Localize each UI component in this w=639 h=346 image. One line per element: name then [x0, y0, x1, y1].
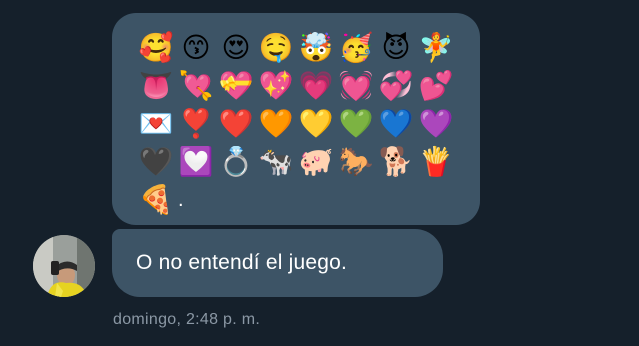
- text-message-bubble[interactable]: O no entendí el juego.: [112, 229, 443, 297]
- heart-decoration-emoji: 💟: [178, 145, 214, 178]
- emoji-row-4: 🖤 💟 💍 🐄 🐖 🐎 🐕 🍟: [136, 143, 460, 181]
- message-text: O no entendí el juego.: [136, 251, 348, 274]
- sparkling-heart-emoji: 💖: [258, 69, 294, 102]
- black-heart-emoji: 🖤: [138, 145, 174, 178]
- red-heart-emoji: ❤️: [218, 107, 254, 140]
- message-timestamp: domingo, 2:48 p. m.: [113, 311, 261, 328]
- emoji-row-5: 🍕 .: [136, 181, 460, 219]
- yellow-heart-emoji: 💛: [298, 107, 334, 140]
- user-avatar-photo-icon: [33, 235, 95, 297]
- heart-with-ribbon-emoji: 💝: [218, 69, 254, 102]
- heart-with-arrow-emoji: 💘: [178, 69, 214, 102]
- love-letter-emoji: 💌: [138, 107, 174, 140]
- french-fries-emoji: 🍟: [418, 145, 454, 178]
- ring-emoji: 💍: [218, 145, 254, 178]
- partying-face-emoji: 🥳: [338, 31, 374, 64]
- emoji-row-1: 🥰 😙 😍 🤤 🤯 🥳 😈 🧚: [136, 29, 460, 67]
- two-hearts-emoji: 💕: [418, 69, 454, 102]
- exploding-head-emoji: 🤯: [298, 31, 334, 64]
- cow-emoji: 🐄: [258, 145, 294, 178]
- sender-avatar[interactable]: [33, 235, 95, 297]
- fairy-emoji: 🧚: [418, 31, 454, 64]
- dm-conversation: 🥰 😙 😍 🤤 🤯 🥳 😈 🧚 👅 💘 💝 💖 💗 💓 💞 💕 💌 ❣️ ❤️ …: [0, 0, 639, 346]
- tongue-emoji: 👅: [138, 69, 174, 102]
- heart-eyes-emoji: 😍: [221, 31, 251, 64]
- pizza-emoji: 🍕: [138, 183, 174, 216]
- heart-exclamation-emoji: ❣️: [178, 107, 214, 140]
- purple-heart-emoji: 💜: [418, 107, 454, 140]
- smiling-devil-emoji: 😈: [381, 31, 411, 64]
- growing-heart-emoji: 💗: [298, 69, 334, 102]
- emoji-message-bubble[interactable]: 🥰 😙 😍 🤤 🤯 🥳 😈 🧚 👅 💘 💝 💖 💗 💓 💞 💕 💌 ❣️ ❤️ …: [112, 13, 480, 225]
- drooling-face-emoji: 🤤: [258, 31, 294, 64]
- emoji-row-3: 💌 ❣️ ❤️ 🧡 💛 💚 💙 💜: [136, 105, 460, 143]
- kissing-face-emoji: 😙: [181, 31, 211, 64]
- dog-emoji: 🐕: [378, 145, 414, 178]
- smiling-face-with-hearts-emoji: 🥰: [138, 31, 174, 64]
- horse-emoji: 🐎: [338, 145, 374, 178]
- blue-heart-emoji: 💙: [378, 107, 414, 140]
- beating-heart-emoji: 💓: [338, 69, 374, 102]
- revolving-hearts-emoji: 💞: [378, 69, 414, 102]
- emoji-row-2: 👅 💘 💝 💖 💗 💓 💞 💕: [136, 67, 460, 105]
- orange-heart-emoji: 🧡: [258, 107, 294, 140]
- green-heart-emoji: 💚: [338, 107, 374, 140]
- pig-emoji: 🐖: [298, 145, 334, 178]
- emoji-message-trailing-text: .: [178, 189, 184, 211]
